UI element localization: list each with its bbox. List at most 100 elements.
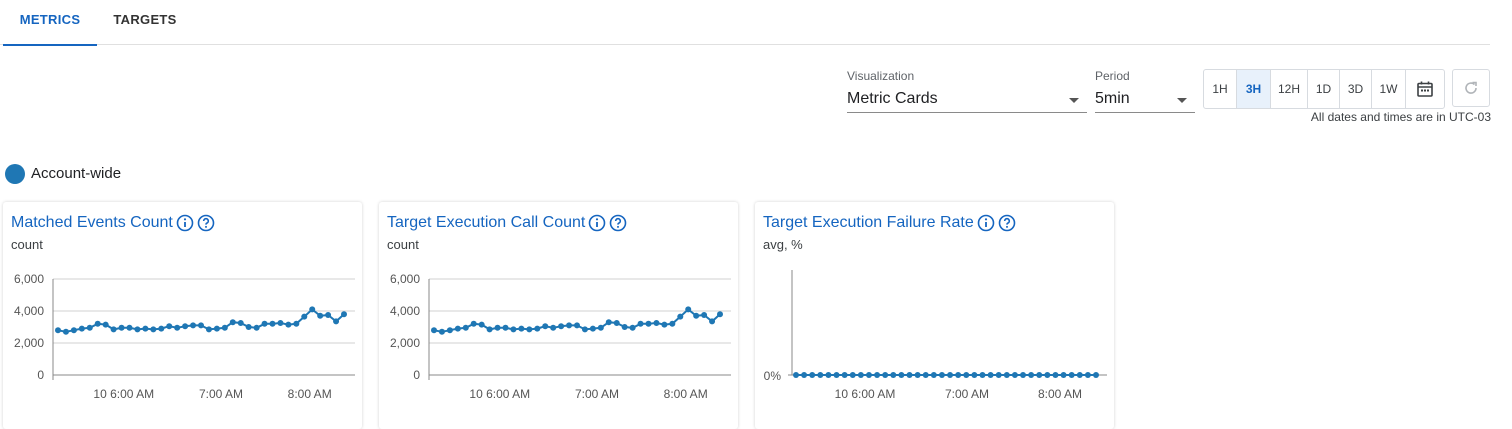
data-point bbox=[987, 372, 994, 378]
data-point bbox=[645, 320, 652, 327]
data-point bbox=[1020, 372, 1027, 378]
card-title: Target Execution Failure Rate bbox=[763, 214, 1016, 232]
y-tick-label: 4,000 bbox=[390, 304, 420, 318]
data-point bbox=[1084, 372, 1091, 378]
range-12h-button[interactable]: 12H bbox=[1271, 70, 1308, 108]
data-point bbox=[558, 323, 565, 330]
x-tick-label: 10 6:00 AM bbox=[835, 387, 896, 401]
data-point bbox=[701, 312, 708, 318]
data-point bbox=[817, 372, 824, 378]
help-icon[interactable] bbox=[609, 214, 627, 232]
help-icon[interactable] bbox=[998, 214, 1016, 232]
data-point bbox=[245, 324, 252, 330]
data-point bbox=[198, 322, 204, 329]
data-point bbox=[301, 313, 308, 320]
visualization-value: Metric Cards bbox=[847, 90, 938, 107]
visualization-select[interactable]: Metric Cards bbox=[847, 86, 1087, 113]
data-point bbox=[685, 306, 692, 313]
card-title-text[interactable]: Target Execution Call Count bbox=[387, 214, 585, 232]
y-tick-label: 6,000 bbox=[390, 272, 420, 286]
data-point bbox=[979, 372, 986, 378]
metric-card: Matched Events Count count 0 2,000 4,000 6,… bbox=[3, 202, 362, 429]
card-title-text[interactable]: Matched Events Count bbox=[11, 214, 173, 232]
data-point bbox=[825, 372, 832, 378]
period-value: 5min bbox=[1095, 90, 1130, 107]
y-tick-label: 2,000 bbox=[14, 336, 44, 350]
data-point bbox=[605, 319, 612, 326]
data-point bbox=[494, 324, 501, 331]
data-point bbox=[70, 327, 77, 334]
metric-card: Target Execution Failure Rate avg, % 0% 1… bbox=[755, 202, 1114, 429]
data-point bbox=[237, 320, 244, 326]
data-point bbox=[1093, 372, 1099, 378]
data-point bbox=[190, 322, 197, 329]
data-point bbox=[833, 372, 840, 378]
data-point bbox=[914, 372, 921, 378]
data-point bbox=[542, 323, 549, 330]
data-point bbox=[890, 372, 897, 378]
data-point bbox=[174, 324, 181, 331]
data-point bbox=[454, 325, 461, 332]
calendar-button[interactable] bbox=[1406, 70, 1444, 108]
data-point bbox=[341, 311, 347, 318]
data-point bbox=[55, 327, 61, 334]
data-point bbox=[1003, 372, 1010, 378]
visualization-label: Visualization bbox=[847, 69, 915, 83]
data-point bbox=[534, 325, 541, 332]
data-point bbox=[478, 321, 485, 328]
line-chart: 0 2,000 4,000 6,000 10 6:00 AM 7:00 AM 8:00 AM bbox=[14, 272, 355, 401]
card-unit: count bbox=[11, 237, 43, 252]
data-point bbox=[333, 318, 340, 325]
data-point bbox=[621, 324, 628, 330]
account-color-dot bbox=[5, 164, 25, 184]
timezone-note: All dates and times are in UTC-03 bbox=[1310, 110, 1491, 124]
tab-metrics[interactable]: METRICS bbox=[3, 0, 97, 46]
chevron-down-icon bbox=[1069, 98, 1079, 103]
data-point bbox=[134, 326, 141, 333]
data-point bbox=[581, 326, 588, 333]
data-point bbox=[898, 372, 905, 378]
data-point bbox=[470, 320, 477, 327]
info-icon[interactable] bbox=[176, 214, 194, 232]
range-3d-button[interactable]: 3D bbox=[1340, 70, 1372, 108]
y-tick-label: 6,000 bbox=[14, 272, 44, 286]
data-point bbox=[693, 312, 700, 319]
data-point bbox=[431, 327, 437, 334]
series-line bbox=[433, 308, 721, 333]
time-range-group: 1H 3H 12H 1D 3D 1W bbox=[1203, 69, 1445, 109]
card-title-text[interactable]: Target Execution Failure Rate bbox=[763, 214, 974, 232]
data-point bbox=[1052, 372, 1059, 378]
data-point bbox=[629, 324, 636, 331]
line-chart: 0% 10 6:00 AM 7:00 AM 8:00 AM bbox=[764, 270, 1107, 401]
data-point bbox=[971, 372, 978, 378]
data-point bbox=[325, 312, 332, 318]
data-point bbox=[661, 321, 668, 328]
info-icon[interactable] bbox=[977, 214, 995, 232]
data-point bbox=[930, 372, 937, 378]
data-point bbox=[150, 326, 157, 333]
data-point bbox=[865, 372, 872, 378]
data-point bbox=[849, 372, 856, 378]
line-chart: 0 2,000 4,000 6,000 10 6:00 AM 7:00 AM 8:00 AM bbox=[390, 272, 731, 401]
y-tick-label: 0 bbox=[413, 368, 420, 382]
data-point bbox=[221, 324, 228, 331]
data-point bbox=[995, 372, 1002, 378]
chevron-down-icon bbox=[1177, 98, 1187, 103]
refresh-button[interactable] bbox=[1452, 69, 1490, 107]
range-1h-button[interactable]: 1H bbox=[1204, 70, 1237, 108]
data-point bbox=[874, 372, 881, 378]
range-1d-button[interactable]: 1D bbox=[1308, 70, 1340, 108]
tab-targets[interactable]: TARGETS bbox=[97, 0, 193, 44]
card-title: Matched Events Count bbox=[11, 214, 215, 232]
data-point bbox=[229, 319, 236, 326]
range-3h-button[interactable]: 3H bbox=[1237, 70, 1271, 108]
data-point bbox=[269, 320, 276, 327]
data-point bbox=[857, 372, 864, 378]
data-point bbox=[717, 311, 723, 318]
data-point bbox=[653, 320, 660, 326]
data-point bbox=[597, 324, 604, 331]
help-icon[interactable] bbox=[197, 214, 215, 232]
info-icon[interactable] bbox=[588, 214, 606, 232]
period-select[interactable]: 5min bbox=[1095, 86, 1195, 113]
range-1w-button[interactable]: 1W bbox=[1372, 70, 1406, 108]
